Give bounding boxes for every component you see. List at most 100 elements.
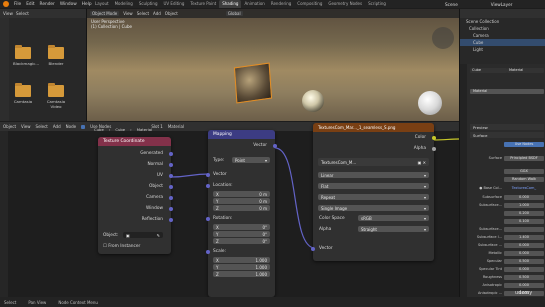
property-value[interactable]: 0.000 [504, 242, 544, 248]
property-value[interactable]: 0.200 [504, 210, 544, 216]
scale-y-field[interactable]: Y 1.000 [213, 264, 270, 270]
property-row[interactable]: 0.100 [470, 218, 544, 224]
node-title[interactable]: Texture Coordinate [98, 137, 171, 146]
outliner-row-selected[interactable]: Cube [460, 39, 545, 46]
properties-tabs[interactable] [460, 64, 467, 297]
property-value[interactable]: 0.500 [504, 274, 544, 280]
socket-color-out[interactable] [432, 136, 436, 140]
socket-vector-out[interactable] [273, 144, 277, 148]
blender-logo-icon[interactable] [3, 1, 9, 7]
section-surface[interactable]: Surface [470, 132, 544, 138]
object-mode-dropdown[interactable]: Object Mode [90, 11, 120, 16]
property-value[interactable]: 1.400 [504, 234, 544, 240]
rotation-y-field[interactable]: Y 0° [213, 231, 270, 237]
socket-generated[interactable] [169, 152, 173, 156]
location-x-field[interactable]: X0 m [213, 191, 270, 197]
source-dropdown[interactable]: Single Image ▾ [318, 205, 429, 211]
menu-file[interactable]: File [14, 2, 21, 7]
object-picker-field[interactable]: ▣ ✎ [123, 232, 163, 238]
socket-normal[interactable] [169, 163, 173, 167]
mapping-node[interactable]: Mapping Vector Type: Point ▾ Vector Locat… [206, 130, 277, 297]
base-color-link[interactable]: ● Base Col... TexturesCom_ [470, 185, 544, 191]
socket-camera[interactable] [169, 196, 173, 200]
socket-window[interactable] [169, 207, 173, 211]
property-row[interactable]: Subsurface... [470, 226, 544, 232]
socket-location[interactable] [206, 184, 210, 188]
image-texture-node[interactable]: TexturesCom_Mar..._1_seamless_S.png Colo… [311, 123, 436, 261]
shader-node-editor[interactable]: Object View Select Add Node Use Nodes Sl… [0, 122, 459, 297]
folder-item[interactable]: Camtasia [13, 83, 33, 104]
socket-rotation[interactable] [206, 217, 210, 221]
orientation-dropdown[interactable]: Global [225, 11, 243, 16]
property-row[interactable]: Specular 0.500 [470, 258, 544, 264]
outliner-scene-collection[interactable]: Scene Collection [460, 18, 545, 25]
property-row[interactable]: Subsurface... 1.000 [470, 202, 544, 208]
outliner-row[interactable]: Collection [460, 25, 545, 32]
outliner-row[interactable]: Light [460, 46, 545, 53]
location-z-field[interactable]: Z0 m [213, 205, 270, 211]
vp-menu-add[interactable]: Add [153, 11, 161, 16]
socket-scale[interactable] [206, 250, 210, 254]
property-row[interactable]: Roughness 0.500 [470, 274, 544, 280]
property-value[interactable]: 0.000 [504, 194, 544, 200]
tab-sculpting[interactable]: Sculpting [136, 0, 161, 8]
subsurface-method-dropdown[interactable]: Random Walk [470, 176, 544, 182]
property-row[interactable]: Subsurface ... 0.000 [470, 242, 544, 248]
scale-x-field[interactable]: X 1.000 [213, 257, 270, 263]
menu-window[interactable]: Window [60, 2, 77, 7]
socket-vector-in[interactable] [206, 173, 210, 177]
tab-geometry-nodes[interactable]: Geometry Nodes [325, 0, 365, 8]
textured-cube[interactable] [233, 62, 273, 104]
tab-texture-paint[interactable]: Texture Paint [187, 0, 219, 8]
tab-uv-editing[interactable]: UV Editing [161, 0, 188, 8]
tab-animation[interactable]: Animation [241, 0, 267, 8]
rotation-z-field[interactable]: Z 0° [213, 238, 270, 244]
property-row[interactable]: Specular Tint 0.000 [470, 266, 544, 272]
material-name-field[interactable]: Material [470, 88, 544, 94]
socket-alpha-out[interactable] [432, 147, 436, 151]
tab-scripting[interactable]: Scripting [365, 0, 389, 8]
image-selector[interactable]: TexturesCom_M... ▣ ✕ [318, 158, 429, 166]
vp-menu-view[interactable]: View [123, 11, 133, 16]
tab-rendering[interactable]: Rendering [268, 0, 294, 8]
folder-item[interactable]: Blender [46, 45, 66, 66]
tab-modeling[interactable]: Modeling [112, 0, 136, 8]
property-value[interactable]: 0.000 [504, 282, 544, 288]
tab-layout[interactable]: Layout [92, 0, 112, 8]
socket-vector-in[interactable] [311, 247, 315, 251]
folder-item[interactable]: Blackmagic... [13, 45, 39, 66]
view-layer-name[interactable]: ViewLayer [491, 2, 513, 7]
scene-name[interactable]: Scene [445, 2, 458, 7]
interpolation-dropdown[interactable]: Linear ▾ [318, 172, 429, 178]
light-sphere[interactable] [302, 90, 324, 112]
tab-shading[interactable]: Shading [219, 0, 242, 8]
property-value[interactable]: 0.500 [504, 258, 544, 264]
property-row[interactable]: Metallic 0.000 [470, 250, 544, 256]
node-title[interactable]: TexturesCom_Mar..._1_seamless_S.png [313, 123, 434, 132]
property-value[interactable] [504, 226, 544, 232]
property-row[interactable]: Anisotropic 0.000 [470, 282, 544, 288]
type-dropdown[interactable]: Point ▾ [232, 157, 270, 163]
menu-edit[interactable]: Edit [26, 2, 34, 7]
outliner-row[interactable]: Camera [460, 32, 545, 39]
distribution-dropdown[interactable]: GGX [470, 168, 544, 174]
fb-menu-select[interactable]: Select [16, 11, 29, 16]
property-row[interactable]: Subsurface I... 1.400 [470, 234, 544, 240]
use-nodes-button[interactable]: Use Nodes [470, 141, 544, 147]
rotation-x-field[interactable]: X 0° [213, 224, 270, 230]
colorspace-dropdown[interactable]: sRGB ▾ [358, 215, 429, 221]
section-preview[interactable]: Preview [470, 124, 544, 130]
vp-menu-select[interactable]: Select [137, 11, 149, 16]
socket-reflection[interactable] [169, 218, 173, 222]
menu-help[interactable]: Help [82, 2, 92, 7]
property-value[interactable]: 1.000 [504, 202, 544, 208]
property-value[interactable]: 0.000 [504, 266, 544, 272]
property-row[interactable]: Anisotropic ... 0.000 [470, 290, 544, 296]
location-y-field[interactable]: Y0 m [213, 198, 270, 204]
fb-menu-view[interactable]: View [3, 11, 13, 16]
property-value[interactable]: 0.100 [504, 218, 544, 224]
menu-render[interactable]: Render [40, 2, 55, 7]
folder-item[interactable]: Camtasia Video [44, 83, 68, 109]
socket-uv[interactable] [169, 174, 173, 178]
tab-compositing[interactable]: Compositing [294, 0, 325, 8]
